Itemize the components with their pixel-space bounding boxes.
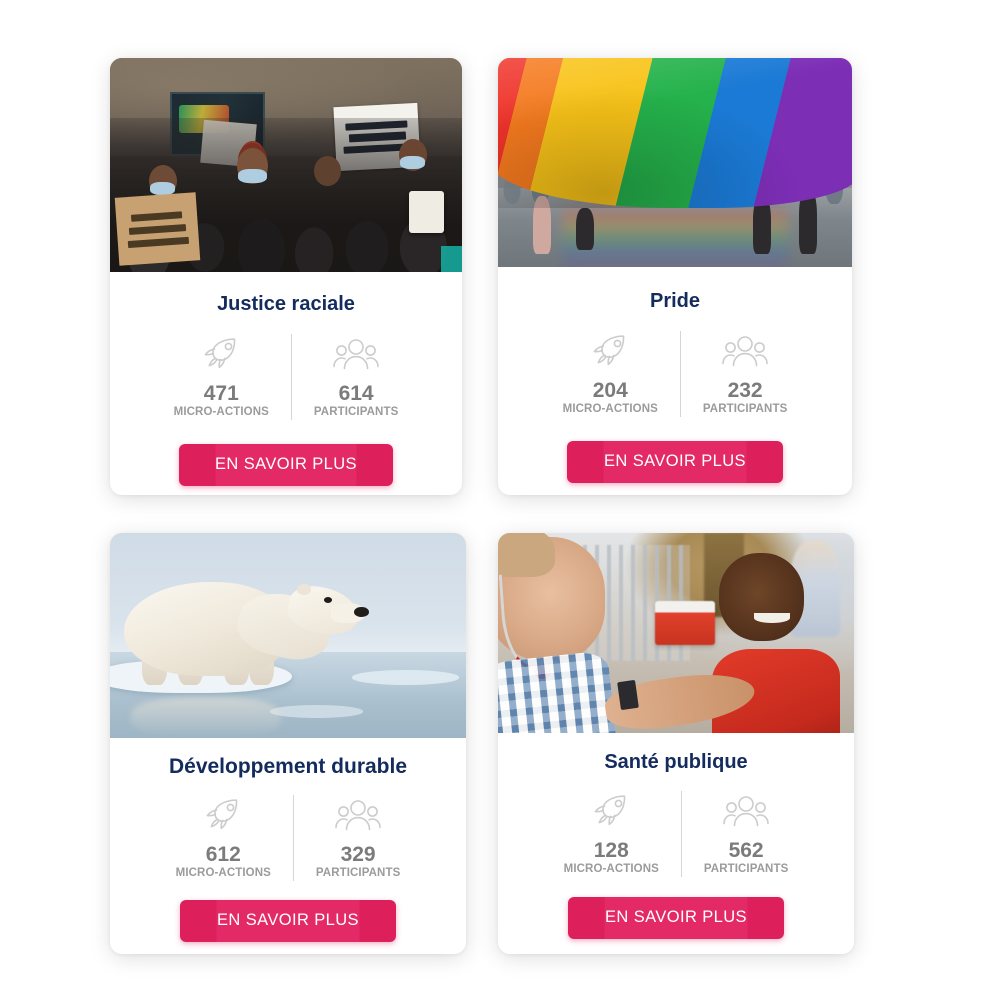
cause-card-image-sante-publique [498, 533, 854, 733]
people-icon [333, 334, 379, 374]
cause-stats: 612 MICRO-ACTIONS 329 PARTICIPANTS [154, 795, 423, 881]
cardboard-sign [114, 192, 201, 267]
people-icon [722, 331, 768, 371]
stat-value: 329 [340, 843, 376, 866]
stat-label: MICRO-ACTIONS [173, 406, 269, 419]
stat-label: PARTICIPANTS [703, 863, 789, 876]
cause-stats: 128 MICRO-ACTIONS 562 PARTICIPANTS [542, 791, 811, 877]
cause-card-sante-publique[interactable]: Santé publique 128 MICRO-ACTIONS 562 PAR… [498, 533, 854, 954]
cause-card-image-justice-raciale [110, 58, 462, 272]
cause-card-justice-raciale[interactable]: Justice raciale 471 MICRO-ACTIONS 614 PA… [110, 58, 462, 495]
stat-label: PARTICIPANTS [313, 406, 399, 419]
stat-value: 471 [203, 382, 239, 405]
learn-more-button[interactable]: EN SAVOIR PLUS [179, 443, 393, 486]
stat-label: PARTICIPANTS [315, 867, 401, 880]
cause-card-pride[interactable]: Pride 204 MICRO-ACTIONS 232 PARTICIPANTS… [498, 58, 852, 495]
rocket-icon [201, 334, 241, 374]
causes-card-grid: Justice raciale 471 MICRO-ACTIONS 614 PA… [0, 0, 1000, 1000]
stat-label: MICRO-ACTIONS [175, 867, 271, 880]
stat-value: 204 [592, 379, 628, 402]
cause-card-image-developpement-durable [110, 533, 466, 738]
stat-micro-actions: 204 MICRO-ACTIONS [541, 331, 680, 417]
polar-bear-photo [110, 533, 466, 738]
stat-label: MICRO-ACTIONS [562, 403, 658, 416]
stat-value: 562 [728, 839, 764, 862]
protest-photo [110, 58, 462, 272]
cause-title: Justice raciale [217, 293, 355, 315]
cause-stats: 471 MICRO-ACTIONS 614 PARTICIPANTS [152, 334, 421, 420]
rocket-icon [591, 791, 631, 831]
stat-value: 614 [338, 382, 374, 405]
pride-flag-photo [498, 58, 852, 267]
stat-label: MICRO-ACTIONS [563, 863, 659, 876]
stat-value: 128 [593, 839, 629, 862]
learn-more-button[interactable]: EN SAVOIR PLUS [180, 899, 396, 942]
stat-participants: 614 PARTICIPANTS [292, 334, 420, 420]
rocket-icon [590, 331, 630, 371]
cause-card-developpement-durable[interactable]: Développement durable 612 MICRO-ACTIONS [110, 533, 466, 954]
stat-participants: 562 PARTICIPANTS [682, 791, 810, 877]
people-icon [723, 791, 769, 831]
stat-value: 612 [205, 843, 241, 866]
health-photo [498, 533, 854, 733]
stat-micro-actions: 128 MICRO-ACTIONS [542, 791, 681, 877]
stat-micro-actions: 471 MICRO-ACTIONS [152, 334, 291, 420]
cause-stats: 204 MICRO-ACTIONS 232 PARTICIPANTS [541, 331, 810, 417]
stat-micro-actions: 612 MICRO-ACTIONS [154, 795, 293, 881]
cause-title: Santé publique [604, 751, 748, 773]
rocket-icon [203, 795, 243, 835]
stat-participants: 329 PARTICIPANTS [294, 795, 422, 881]
rainbow-flag [498, 58, 852, 209]
cause-card-image-pride [498, 58, 852, 267]
stat-value: 232 [727, 379, 763, 402]
learn-more-button[interactable]: EN SAVOIR PLUS [567, 440, 783, 483]
people-icon [335, 795, 381, 835]
stat-participants: 232 PARTICIPANTS [681, 331, 809, 417]
cause-title: Pride [649, 290, 701, 312]
stat-label: PARTICIPANTS [702, 403, 788, 416]
learn-more-button[interactable]: EN SAVOIR PLUS [568, 896, 784, 939]
cause-title: Développement durable [168, 755, 408, 778]
